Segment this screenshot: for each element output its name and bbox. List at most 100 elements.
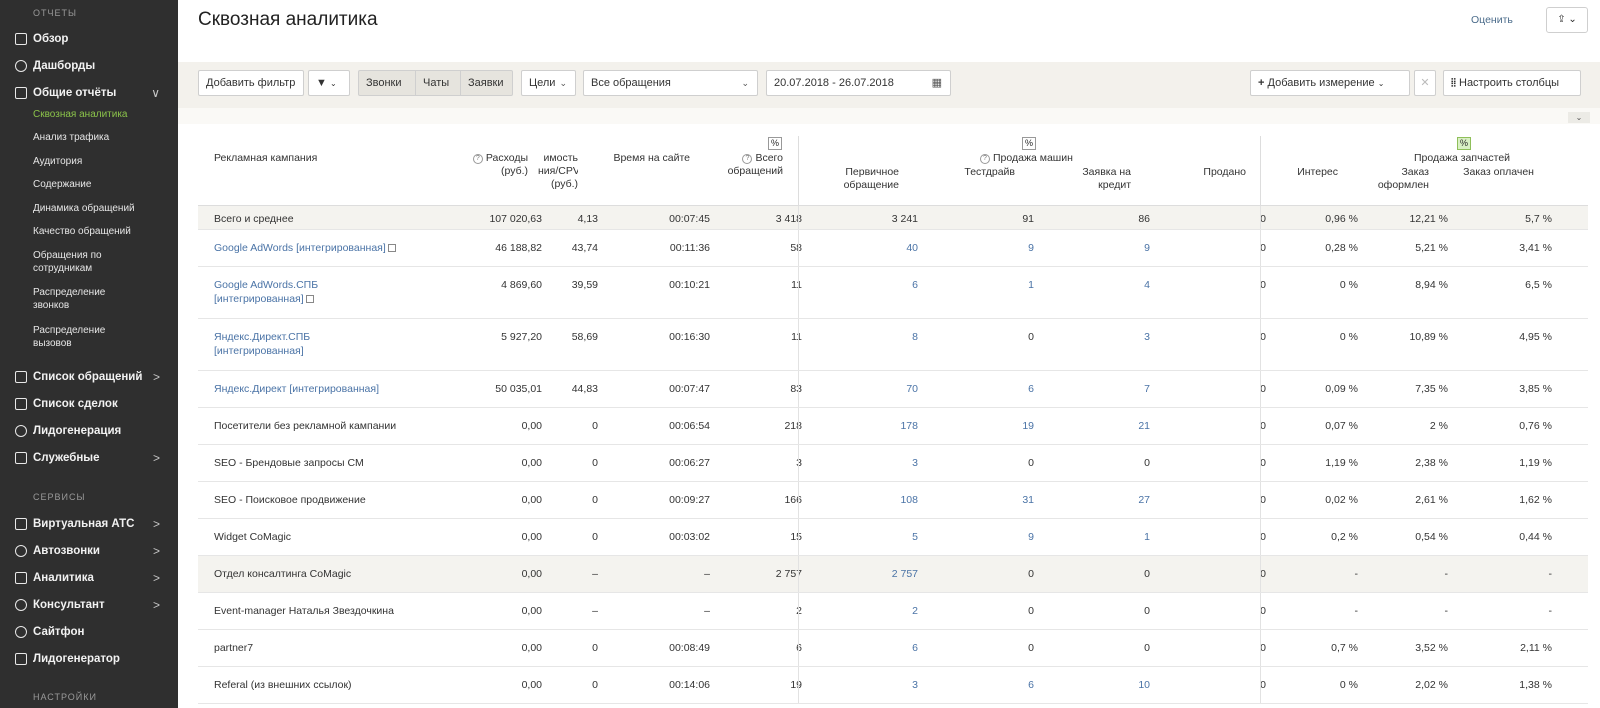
filter-dropdown-button[interactable]: ▼ ⌄ <box>308 70 350 96</box>
sidebar-item-autocalls[interactable]: Автозвонки > <box>0 540 178 562</box>
sidebar-item-deals[interactable]: Список сделок <box>0 393 178 415</box>
cell-order-paid: 0,44 % <box>1519 531 1552 543</box>
date-range-picker[interactable]: 20.07.2018 - 26.07.2018 ▦ <box>766 70 951 96</box>
sidebar-item-general-reports[interactable]: Общие отчёты ∨ <box>0 82 178 104</box>
cell-primary[interactable]: 3 <box>912 678 918 692</box>
percent-toggle-active[interactable]: % <box>1457 137 1471 150</box>
calendar-icon[interactable] <box>305 295 314 303</box>
add-dimension-button[interactable]: + Добавить измерение ⌄ <box>1250 70 1410 96</box>
campaign-name[interactable]: Яндекс.Директ.СПБ [интегрированная] <box>214 330 414 358</box>
cell-test[interactable]: 19 <box>1022 419 1034 433</box>
sidebar-subitem-calls-distribution[interactable]: Распределение вызовов <box>33 324 133 350</box>
sidebar-subitem-quality[interactable]: Качество обращений <box>33 225 173 238</box>
cell-test[interactable]: 9 <box>1028 530 1034 544</box>
sidebar-item-vats[interactable]: Виртуальная АТС > <box>0 513 178 535</box>
col-header-time-on-site[interactable]: Время на сайте <box>598 152 690 165</box>
sidebar-subitem-dynamics[interactable]: Динамика обращений <box>33 202 173 215</box>
chevron-right-icon: > <box>152 451 160 465</box>
col-header-primary[interactable]: Первичное обращение <box>818 166 899 192</box>
cell-primary[interactable]: 178 <box>900 419 918 433</box>
cell-test: 0 <box>1028 457 1034 469</box>
goals-select[interactable]: Цели ⌄ <box>521 70 576 96</box>
cell-primary[interactable]: 3 <box>912 456 918 470</box>
cell-order-placed: 2,02 % <box>1415 679 1448 691</box>
sidebar-subitem-call-distribution[interactable]: Распределение звонков <box>33 286 133 312</box>
sidebar-item-dashboards[interactable]: Дашборды <box>0 55 178 77</box>
cell-primary[interactable]: 2 757 <box>892 567 918 581</box>
tab-requests[interactable]: Заявки <box>460 70 513 96</box>
add-filter-button[interactable]: Добавить фильтр <box>198 70 304 96</box>
tab-chats[interactable]: Чаты <box>415 70 461 96</box>
configure-columns-button[interactable]: ⦙⦙ Настроить столбцы <box>1443 70 1581 96</box>
cell-credit[interactable]: 9 <box>1144 241 1150 255</box>
requests-select[interactable]: Все обращения ⌄ <box>583 70 758 96</box>
col-header-interest[interactable]: Интерес <box>1278 166 1338 179</box>
cell-credit[interactable]: 27 <box>1138 493 1150 507</box>
col-header-campaign[interactable]: Рекламная кампания <box>214 152 317 165</box>
cell-primary[interactable]: 108 <box>900 493 918 507</box>
sidebar-item-overview[interactable]: Обзор <box>0 28 178 50</box>
cell-primary[interactable]: 8 <box>912 330 918 344</box>
campaign-name[interactable]: Google AdWords [интегрированная] <box>214 241 414 255</box>
help-icon[interactable]: ? <box>980 154 990 164</box>
campaign-name[interactable]: Яндекс.Директ [интегрированная] <box>214 382 414 396</box>
cell-primary[interactable]: 6 <box>912 278 918 292</box>
sidebar-item-sitephone[interactable]: Сайтфон <box>0 621 178 643</box>
cell-credit[interactable]: 7 <box>1144 382 1150 396</box>
col-header-order-paid[interactable]: Заказ оплачен <box>1448 166 1534 179</box>
cell-interest: 0,2 % <box>1331 531 1358 543</box>
sidebar-item-leadgen[interactable]: Лидогенерация <box>0 420 178 442</box>
sidebar-subitem-employees[interactable]: Обращения по сотрудникам <box>33 249 133 275</box>
col-header-expenses[interactable]: ? Расходы (руб.) <box>468 152 528 178</box>
export-button[interactable]: ⇪ ⌄ <box>1546 7 1588 33</box>
percent-toggle[interactable]: % <box>1022 137 1036 150</box>
col-header-credit[interactable]: Заявка на кредит <box>1053 166 1131 192</box>
col-header-order-placed[interactable]: Заказ оформлен <box>1358 166 1429 192</box>
col-header-total-requests[interactable]: ? Всего обращений <box>718 152 783 178</box>
campaign-name: Widget CoMagic <box>214 531 292 543</box>
table-header: Рекламная кампания ? Расходы (руб.) имост… <box>198 124 1588 206</box>
rate-link[interactable]: Оценить <box>1471 14 1513 26</box>
col-header-sold[interactable]: Продано <box>1178 166 1246 179</box>
cell-credit[interactable]: 4 <box>1144 278 1150 292</box>
cell-primary[interactable]: 5 <box>912 530 918 544</box>
col-header-cpv[interactable]: имость ния/CPV (руб.) <box>538 152 578 191</box>
sidebar-subitem-end-to-end[interactable]: Сквозная аналитика <box>33 108 173 121</box>
cell-test[interactable]: 9 <box>1028 241 1034 255</box>
cell-test[interactable]: 6 <box>1028 382 1034 396</box>
cell-cpv: – <box>592 605 598 617</box>
cell-credit[interactable]: 3 <box>1144 330 1150 344</box>
toolbar: Добавить фильтр ▼ ⌄ Звонки Чаты Заявки Ц… <box>178 62 1600 108</box>
cell-primary[interactable]: 6 <box>912 641 918 655</box>
sidebar-subitem-audience[interactable]: Аудитория <box>33 155 173 168</box>
cell-credit[interactable]: 10 <box>1138 678 1150 692</box>
col-group-car-sales: ? Продажа машин <box>980 152 1120 165</box>
cell-credit[interactable]: 1 <box>1144 530 1150 544</box>
cell-test: 0 <box>1028 642 1034 654</box>
sidebar-item-analytics[interactable]: Аналитика > <box>0 567 178 589</box>
collapse-toggle-button[interactable]: ⌄ <box>1568 112 1590 123</box>
cell-primary[interactable]: 40 <box>906 241 918 255</box>
clear-dimension-button[interactable]: ✕ <box>1414 70 1436 96</box>
sidebar-item-requests[interactable]: Список обращений > <box>0 366 178 388</box>
tab-calls[interactable]: Звонки <box>358 70 416 96</box>
sidebar-item-consultant[interactable]: Консультант > <box>0 594 178 616</box>
cell-test[interactable]: 1 <box>1028 278 1034 292</box>
help-icon[interactable]: ? <box>742 154 753 164</box>
sidebar-item-leadgenerator[interactable]: Лидогенератор <box>0 648 178 670</box>
column-divider <box>798 206 799 229</box>
cell-total: 15 <box>790 531 802 543</box>
col-header-test-drive[interactable]: Тестдрайв <box>938 166 1015 179</box>
campaign-name[interactable]: Google AdWords.СПБ [интегрированная] <box>214 278 414 306</box>
cell-credit[interactable]: 21 <box>1138 419 1150 433</box>
help-icon[interactable]: ? <box>472 154 483 164</box>
cell-test[interactable]: 6 <box>1028 678 1034 692</box>
cell-test[interactable]: 31 <box>1022 493 1034 507</box>
calendar-icon[interactable] <box>387 244 396 252</box>
cell-primary[interactable]: 70 <box>906 382 918 396</box>
sidebar-subitem-traffic[interactable]: Анализ трафика <box>33 131 173 144</box>
cell-primary[interactable]: 2 <box>912 604 918 618</box>
sidebar-item-service[interactable]: Служебные > <box>0 447 178 469</box>
percent-toggle[interactable]: % <box>768 137 782 150</box>
sidebar-subitem-content[interactable]: Содержание <box>33 178 173 191</box>
